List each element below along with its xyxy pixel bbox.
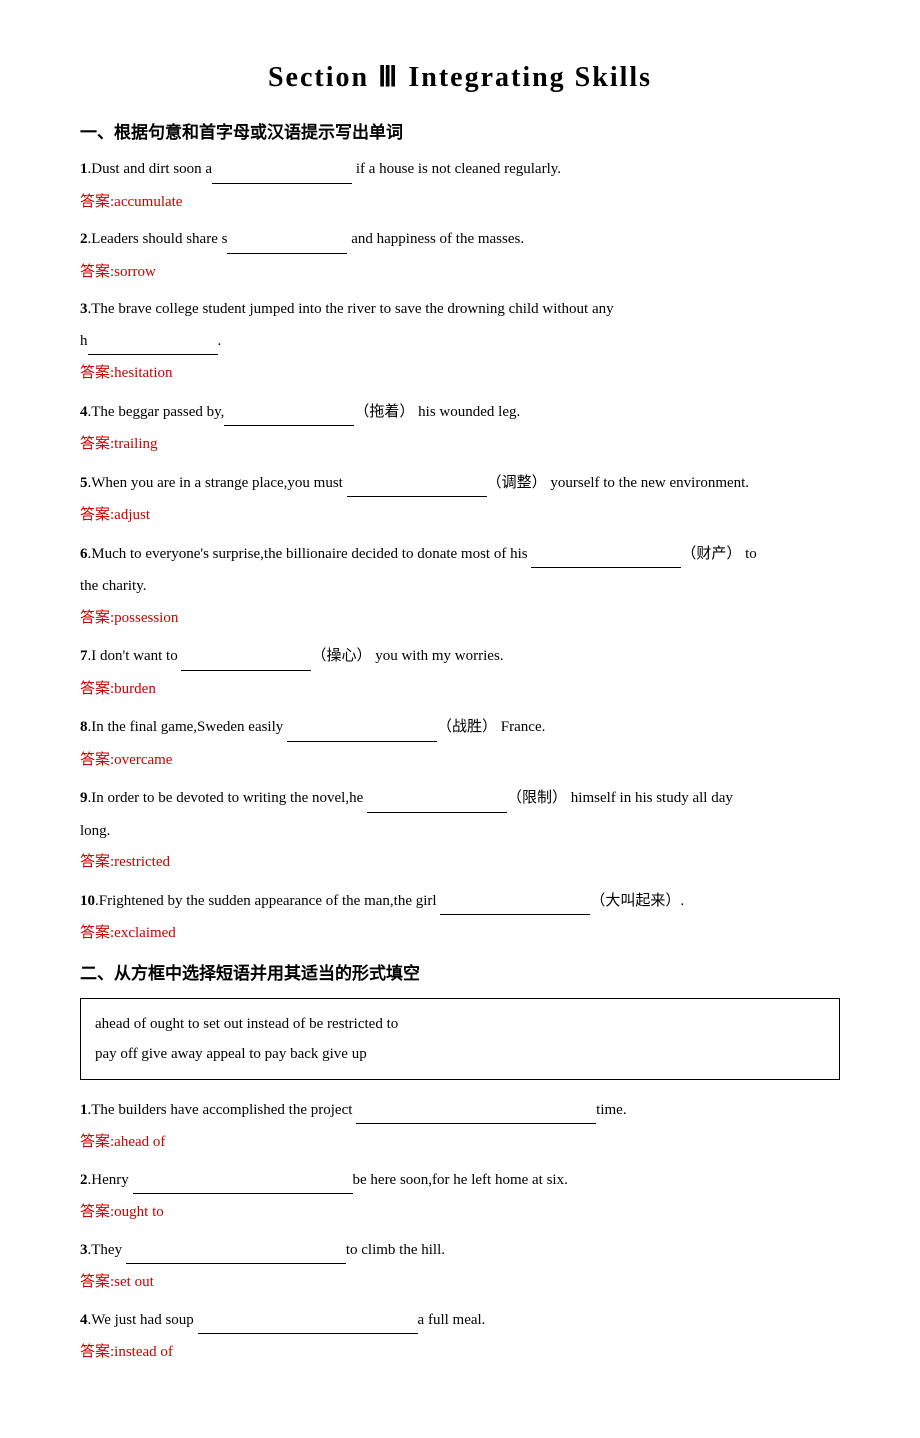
page-title: Section Ⅲ Integrating Skills (80, 60, 840, 94)
q1-number: 1 (80, 161, 88, 177)
question-6-line2: the charity. (80, 574, 840, 600)
box-row2: pay off give away appeal to pay back giv… (95, 1039, 825, 1069)
s2-answer-2: 答案:ought to (80, 1200, 840, 1226)
answer-9: 答案:restricted (80, 850, 840, 876)
answer-1: 答案:accumulate (80, 190, 840, 216)
q10-number: 10 (80, 893, 95, 909)
q7-number: 7 (80, 648, 88, 664)
question-5: 5.When you are in a strange place,you mu… (80, 470, 840, 498)
s2-question-1: 1.The builders have accomplished the pro… (80, 1098, 840, 1125)
q9-number: 9 (80, 790, 88, 806)
s2-answer-1: 答案:ahead of (80, 1130, 840, 1156)
q5-number: 5 (80, 475, 88, 491)
question-9: 9.In order to be devoted to writing the … (80, 785, 840, 813)
s2-question-2: 2.Henry be here soon,for he left home at… (80, 1168, 840, 1195)
q2-number: 2 (80, 231, 88, 247)
s2-question-4: 4.We just had soup a full meal. (80, 1308, 840, 1335)
answer-3: 答案:hesitation (80, 361, 840, 387)
s2-q2-number: 2 (80, 1172, 88, 1188)
q4-number: 4 (80, 404, 88, 420)
answer-10: 答案:exclaimed (80, 921, 840, 947)
box-row1: ahead of ought to set out instead of be … (95, 1009, 825, 1039)
question-7: 7.I don't want to （操心） you with my worri… (80, 643, 840, 671)
section1-heading: 一、根据句意和首字母或汉语提示写出单词 (80, 118, 840, 143)
answer-4: 答案:trailing (80, 432, 840, 458)
q6-number: 6 (80, 546, 88, 562)
q8-number: 8 (80, 719, 88, 735)
answer-6: 答案:possession (80, 606, 840, 632)
question-6: 6.Much to everyone's surprise,the billio… (80, 541, 840, 569)
question-1: 1.Dust and dirt soon a if a house is not… (80, 157, 840, 184)
s2-q3-number: 3 (80, 1242, 88, 1258)
answer-5: 答案:adjust (80, 503, 840, 529)
s2-q4-number: 4 (80, 1312, 88, 1328)
s2-q1-number: 1 (80, 1102, 88, 1118)
question-2: 2.Leaders should share s and happiness o… (80, 227, 840, 254)
section2-heading: 二、从方框中选择短语并用其适当的形式填空 (80, 959, 840, 984)
question-3-line2: h . (80, 329, 840, 356)
s2-answer-4: 答案:instead of (80, 1340, 840, 1366)
answer-7: 答案:burden (80, 677, 840, 703)
question-3: 3.The brave college student jumped into … (80, 297, 840, 323)
answer-8: 答案:overcame (80, 748, 840, 774)
q3-number: 3 (80, 301, 88, 317)
question-4: 4.The beggar passed by, （拖着） his wounded… (80, 399, 840, 427)
s2-question-3: 3.They to climb the hill. (80, 1238, 840, 1265)
answer-2: 答案:sorrow (80, 260, 840, 286)
phrase-box: ahead of ought to set out instead of be … (80, 998, 840, 1080)
question-10: 10.Frightened by the sudden appearance o… (80, 888, 840, 916)
question-8: 8.In the final game,Sweden easily （战胜） F… (80, 714, 840, 742)
question-9-line2: long. (80, 819, 840, 845)
s2-answer-3: 答案:set out (80, 1270, 840, 1296)
